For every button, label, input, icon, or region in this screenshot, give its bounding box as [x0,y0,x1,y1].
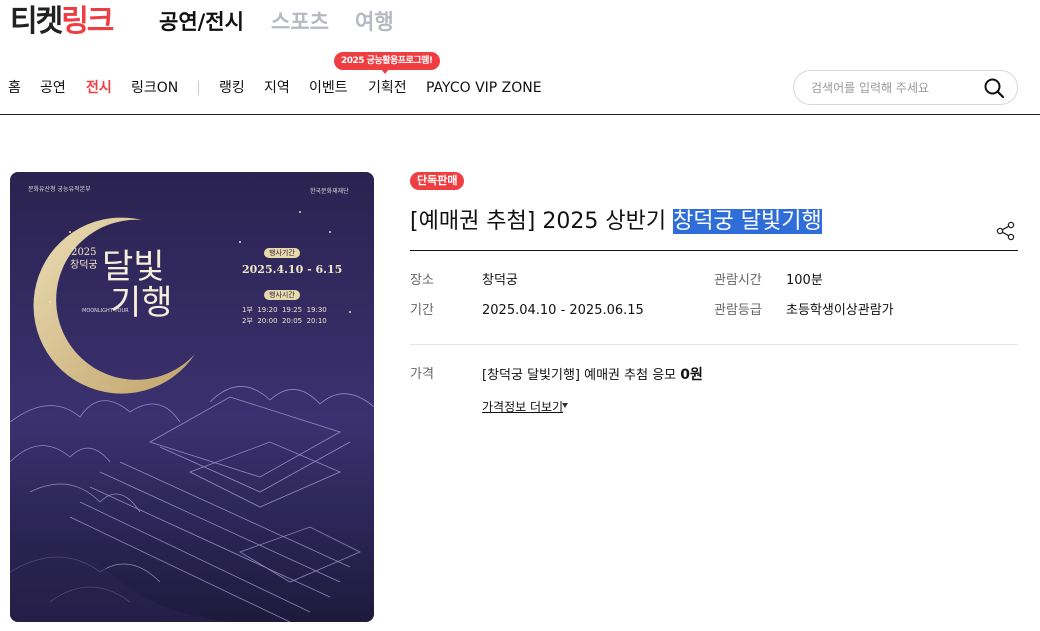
rating-label: 관람등급 [714,303,762,318]
price-description: [창덕궁 달빛기행] 예매권 추첨 응모 [482,368,681,383]
poster-org-left: 문화유산청 궁능유적본부 [28,186,91,193]
nav-item-special[interactable]: 기획전 [368,77,407,99]
price-more-link[interactable]: 가격정보 더보기 [482,399,563,415]
nav-item-performance[interactable]: 공연 [40,77,66,99]
title-divider [410,250,1018,251]
poster-title-line1: 달빛 [102,247,165,287]
product-title: [예매권 추첨] 2025 상반기 창덕궁 달빛기행 [410,206,822,238]
nav-item-event[interactable]: 이벤트 [309,77,348,99]
poster-english-title: MOONLIGHT TOUR [82,308,129,314]
poster-period-label: 행사기간 [264,248,300,258]
category-sports[interactable]: 스포츠 [271,8,329,36]
price-value: 0원 [680,367,703,383]
nav-divider [198,81,199,95]
poster-period: 2025.4.10 - 6.15 [242,263,343,276]
poster-title-line2: 기행 [110,283,173,323]
runtime-label: 관람시간 [714,273,762,288]
share-icon[interactable] [995,220,1017,242]
price-row: [창덕궁 달빛기행] 예매권 추첨 응모 0원 [482,366,703,385]
poster-image: 문화유산청 궁능유적본부 한국문화재재단 2025 창덕궁 달빛 기행 MOON… [10,172,374,622]
poster-time-2: 2부 20:00 20:05 20:10 [242,317,327,325]
header-divider [0,114,1040,115]
category-performance-exhibition[interactable]: 공연/전시 [159,8,244,36]
search-box[interactable]: 검색어를 입력해 주세요 [793,70,1018,105]
promo-tag-pointer [381,69,389,74]
nav-item-home[interactable]: 홈 [8,77,21,99]
poster-year-place: 2025 창덕궁 [70,247,98,271]
venue-label: 장소 [410,273,434,288]
runtime-value: 100분 [786,273,823,288]
ticketlink-logo[interactable]: 티켓링크 [10,3,114,41]
venue-value: 창덕궁 [482,273,518,288]
promo-tag: 2025 궁능활용프로그램! [334,52,440,70]
nav-item-region[interactable]: 지역 [264,77,290,99]
product-title-highlight: 창덕궁 달빛기행 [673,209,822,234]
poster-time-1: 1부 19:20 19:25 19:30 [242,306,327,314]
period-value: 2025.04.10 - 2025.06.15 [482,303,644,318]
exclusive-sale-badge: 단독판매 [410,172,465,190]
period-label: 기간 [410,303,434,318]
search-icon[interactable] [983,77,1005,99]
nav-item-exhibition[interactable]: 전시 [86,77,112,99]
poster-time-label: 행사시간 [264,290,300,300]
product-title-prefix: [예매권 추첨] 2025 상반기 [410,209,674,234]
category-travel[interactable]: 여행 [355,8,394,36]
price-label: 가격 [410,367,434,382]
logo-text-ticket: 티켓 [10,4,63,39]
caret-down-icon[interactable] [562,403,568,408]
poster-org-right: 한국문화재재단 [310,188,349,195]
rating-value: 초등학생이상관람가 [786,303,894,318]
nav-item-ranking[interactable]: 랭킹 [219,77,245,99]
search-input[interactable]: 검색어를 입력해 주세요 [811,79,929,97]
nav-item-link-on[interactable]: 링크ON [131,77,178,99]
nav-item-payco-vip[interactable]: PAYCO VIP ZONE [426,77,542,99]
info-divider [410,344,1018,345]
logo-text-link: 링크 [61,4,114,39]
